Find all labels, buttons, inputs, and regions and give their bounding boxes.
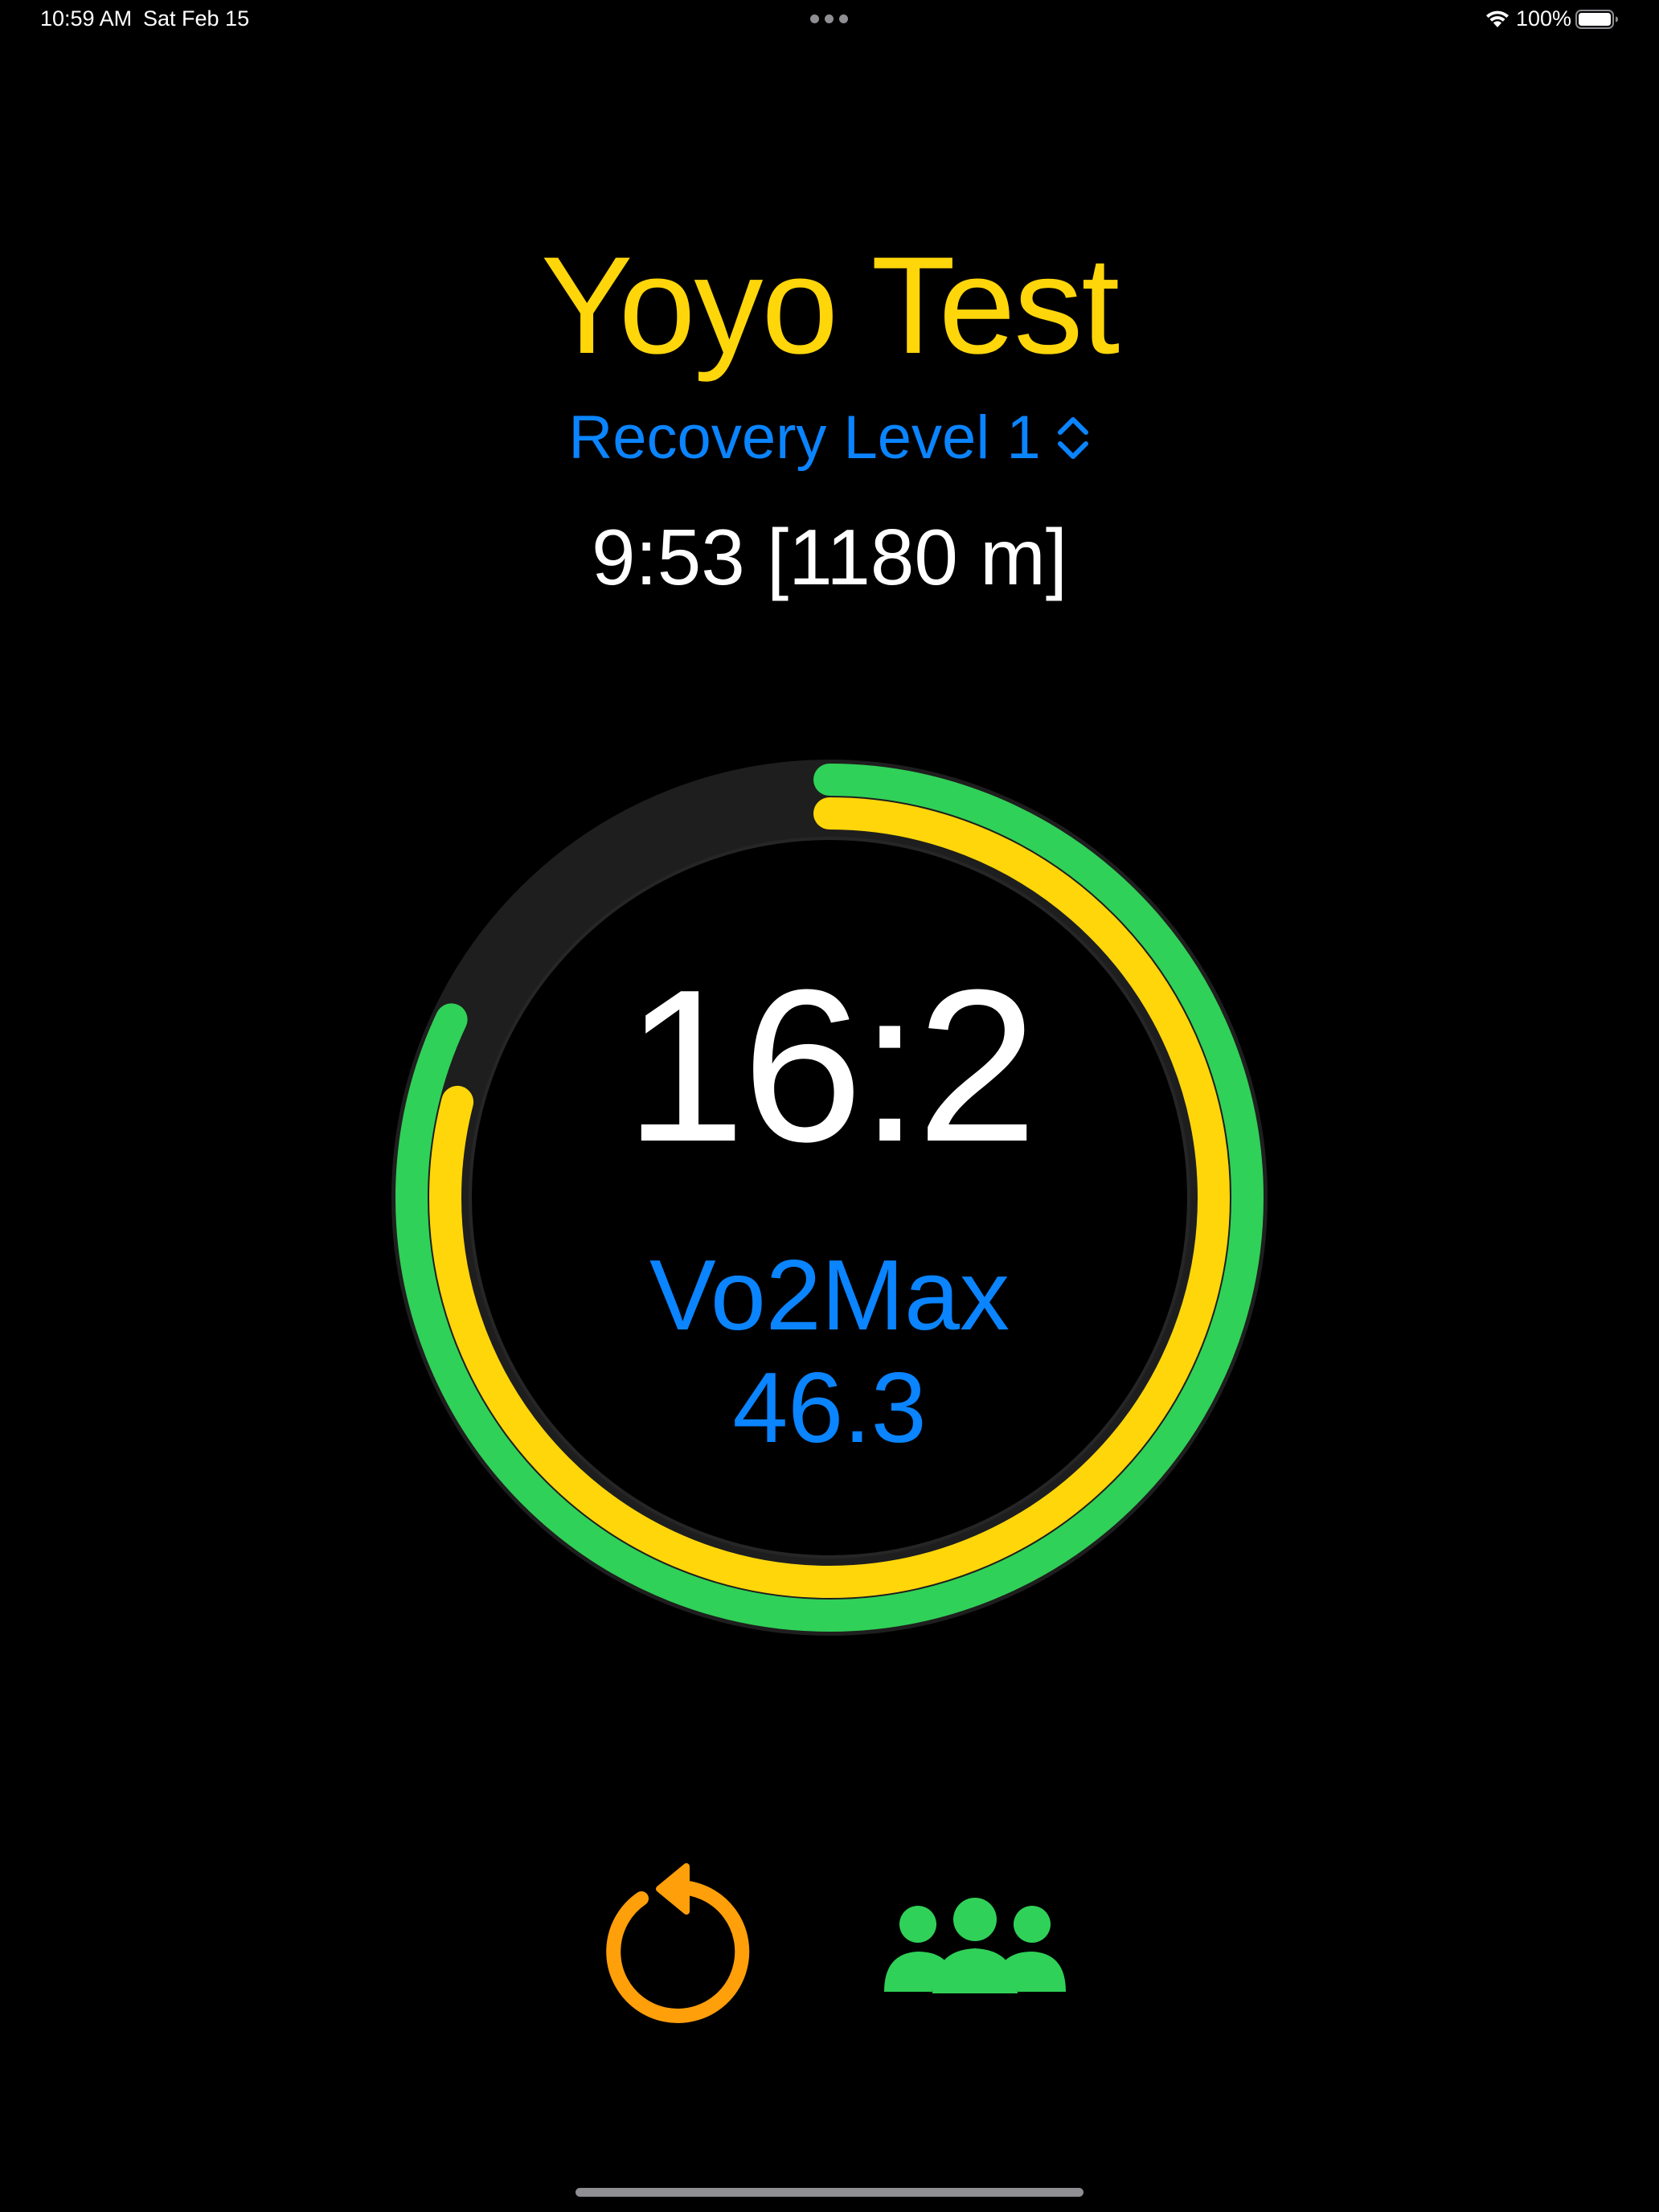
app-screen: 10:59 AM Sat Feb 15 100% Yoyo Test Recov… [0, 0, 1659, 2212]
page-title: Yoyo Test [540, 228, 1120, 383]
status-date: Sat Feb 15 [143, 6, 250, 31]
ring-center: 16:2 Vo2Max 46.3 [389, 757, 1270, 1638]
reset-button[interactable] [596, 1857, 759, 2034]
battery-icon [1575, 10, 1618, 29]
status-time: 10:59 AM [40, 6, 133, 31]
level-time-distance: 9:53 [1180 m] [591, 513, 1068, 601]
wifi-icon [1486, 10, 1509, 27]
status-bar: 10:59 AM Sat Feb 15 100% [0, 0, 1659, 40]
multitasking-dots-icon[interactable] [810, 14, 849, 24]
stage-label: 16:2 [625, 945, 1038, 1187]
home-indicator[interactable] [576, 2188, 1083, 2197]
level-picker-label: Recovery Level 1 [568, 403, 1041, 472]
chevron-up-down-icon [1057, 416, 1088, 459]
vo2max-value: 46.3 [732, 1353, 927, 1464]
arrow-counterclockwise-circle-icon [606, 1863, 750, 2023]
vo2max-label: Vo2Max [649, 1240, 1010, 1351]
person-3-fill-icon [884, 1898, 1066, 1993]
group-button[interactable] [883, 1897, 1067, 2001]
battery-percent: 100% [1516, 6, 1572, 31]
progress-ring: 16:2 Vo2Max 46.3 [389, 757, 1270, 1638]
level-picker[interactable]: Recovery Level 1 [0, 402, 1659, 474]
